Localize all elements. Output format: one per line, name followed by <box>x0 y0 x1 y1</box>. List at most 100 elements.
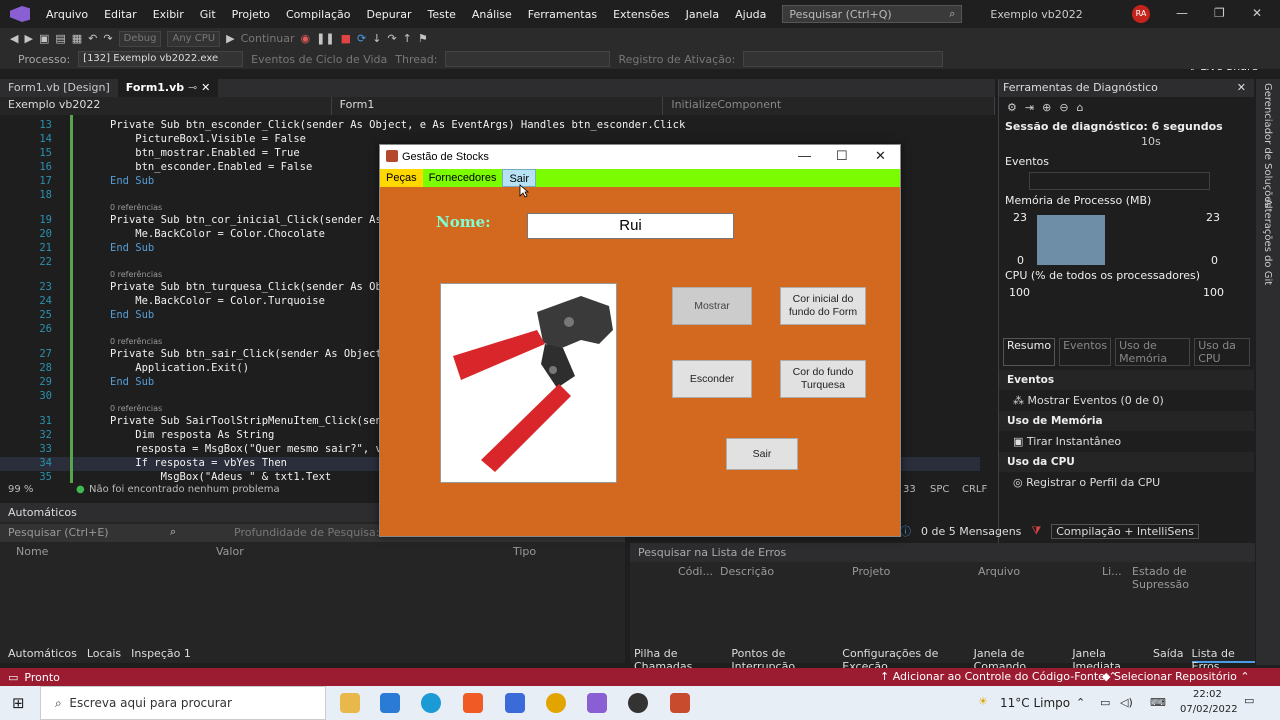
tab-breakpoints[interactable]: Pontos de Interrupção <box>731 647 834 673</box>
edge-icon[interactable] <box>421 693 441 713</box>
close-panel-icon[interactable]: ✕ <box>1237 81 1246 94</box>
references-codelens[interactable]: 0 referências <box>110 270 162 279</box>
esconder-button[interactable]: Esconder <box>672 360 752 398</box>
close-tab-icon[interactable]: ✕ <box>201 81 210 94</box>
menu-exibir[interactable]: Exibir <box>145 8 192 21</box>
tab-exception-settings[interactable]: Configurações de Exceção <box>842 647 965 673</box>
code-line[interactable]: Private Sub btn_sair_Click(sender As Obj… <box>110 348 382 360</box>
code-line[interactable]: resposta = MsgBox("Quer mesmo sair?", v <box>110 443 382 455</box>
build-filter-select[interactable]: Compilação + IntelliSens <box>1051 523 1199 539</box>
audio-app-icon[interactable] <box>505 693 525 713</box>
code-line[interactable]: MsgBox("Adeus " & txt1.Text <box>110 471 332 483</box>
menu-pecas[interactable]: Peças <box>380 169 423 187</box>
minimize-icon[interactable]: — <box>1176 6 1188 20</box>
column-arquivo[interactable]: Arquivo <box>970 563 1028 580</box>
restore-icon[interactable]: ❐ <box>1214 6 1225 20</box>
chrome-icon[interactable] <box>546 693 566 713</box>
settings-icon[interactable]: ⚙ <box>1007 101 1025 114</box>
memory-section-label[interactable]: Memória de Processo (MB) <box>999 192 1254 209</box>
column-tipo[interactable]: Tipo <box>505 543 544 560</box>
tab-locais[interactable]: Locais <box>87 647 121 663</box>
menu-arquivo[interactable]: Arquivo <box>38 8 96 21</box>
open-icon[interactable]: ▤ <box>55 32 65 45</box>
step-into-icon[interactable]: ↓ <box>372 32 381 45</box>
cpu-section-label[interactable]: CPU (% de todos os processadores) <box>999 267 1254 284</box>
notifications-icon[interactable]: ▭ <box>1244 694 1254 707</box>
code-line[interactable]: End Sub <box>110 376 154 388</box>
autos-search-input[interactable]: Pesquisar (Ctrl+E) <box>8 526 109 539</box>
pause-icon[interactable]: ❚❚ <box>316 32 334 45</box>
timeline-ruler[interactable]: 10s <box>1005 135 1248 153</box>
add-source-control-button[interactable]: ↑ Adicionar ao Controle do Código-Fonte … <box>880 670 1118 683</box>
solution-explorer-tab[interactable]: Gerenciador de Soluções <box>1262 83 1273 208</box>
menu-analise[interactable]: Análise <box>464 8 520 21</box>
git-changes-tab[interactable]: Alterações do Git <box>1262 199 1273 285</box>
menu-git[interactable]: Git <box>192 8 224 21</box>
close-icon[interactable]: ✕ <box>875 148 886 164</box>
lifecycle-events-button[interactable]: Eventos de Ciclo de Vida <box>251 53 387 66</box>
tab-automaticos[interactable]: Automáticos <box>8 647 77 663</box>
config-select[interactable]: Debug <box>118 30 162 47</box>
pin-icon[interactable]: ⊸ <box>188 81 197 94</box>
hot-reload-icon[interactable]: ◉ <box>301 32 311 45</box>
code-line[interactable]: Private Sub btn_turquesa_Click(sender As… <box>110 281 382 293</box>
events-track[interactable] <box>1029 172 1210 190</box>
user-avatar[interactable]: RA <box>1132 5 1150 23</box>
code-line[interactable]: Me.BackColor = Color.Turquoise <box>110 295 325 307</box>
continue-button[interactable]: Continuar <box>241 32 295 45</box>
code-line[interactable]: Private Sub btn_cor_inicial_Click(sender… <box>110 214 382 226</box>
memory-graph[interactable]: 23 0 23 0 <box>1005 209 1248 267</box>
zoom-in-icon[interactable]: ⊕ <box>1042 101 1059 114</box>
menu-extensoes[interactable]: Extensões <box>605 8 677 21</box>
menu-editar[interactable]: Editar <box>96 8 145 21</box>
zoom-level[interactable]: 99 % <box>8 484 33 495</box>
language-icon[interactable]: ⌨ <box>1150 696 1166 709</box>
clock-date[interactable]: 07/02/2022 <box>1180 704 1238 715</box>
search-icon[interactable]: ⌕ <box>170 525 176 539</box>
code-line[interactable]: btn_esconder.Enabled = False <box>110 161 312 173</box>
export-icon[interactable]: ⇥ <box>1025 101 1042 114</box>
reset-view-icon[interactable]: ⌂ <box>1077 101 1092 114</box>
code-line-current[interactable]: If resposta = vbYes Then <box>110 457 287 469</box>
tab-form1-design[interactable]: Form1.vb [Design] <box>0 79 118 97</box>
tab-uso-memoria[interactable]: Uso de Memória <box>1115 338 1191 366</box>
windows-start-icon[interactable]: ⊞ <box>12 694 25 712</box>
zoom-out-icon[interactable]: ⊖ <box>1059 101 1076 114</box>
code-line[interactable]: Private Sub SairToolStripMenuItem_Click(… <box>110 415 382 427</box>
weather-status[interactable]: 11°C Limpo <box>1000 696 1070 710</box>
code-line[interactable]: Me.BackColor = Color.Chocolate <box>110 228 325 240</box>
tab-eventos[interactable]: Eventos <box>1059 338 1112 366</box>
tab-error-list[interactable]: Lista de Erros <box>1191 647 1255 673</box>
continue-icon[interactable]: ▶ <box>226 32 234 45</box>
process-select[interactable]: [132] Exemplo vb2022.exe <box>78 51 244 67</box>
forward-icon[interactable]: ▶ <box>24 32 32 45</box>
whitespace-indicator[interactable]: SPC <box>930 484 949 495</box>
code-line[interactable]: End Sub <box>110 309 154 321</box>
cpu-graph[interactable]: 100 100 <box>1005 284 1248 334</box>
events-section-label[interactable]: Eventos <box>999 153 1254 170</box>
record-cpu-profile-button[interactable]: ◎ Registrar o Perfil da CPU <box>999 472 1254 493</box>
volume-icon[interactable]: ◁) <box>1120 696 1133 709</box>
class-nav-dropdown[interactable]: Form1 <box>332 97 664 115</box>
cor-inicial-button[interactable]: Cor inicial do fundo do Form <box>780 287 866 325</box>
code-line[interactable]: End Sub <box>110 242 154 254</box>
code-line[interactable]: Private Sub btn_esconder_Click(sender As… <box>110 119 685 131</box>
select-repository-button[interactable]: ◆ Selecionar Repositório ⌃ <box>1102 670 1250 683</box>
tab-immediate-window[interactable]: Janela Imediata <box>1072 647 1145 673</box>
references-codelens[interactable]: 0 referências <box>110 337 162 346</box>
tab-inspecao[interactable]: Inspeção 1 <box>131 647 191 663</box>
tab-output[interactable]: Saída <box>1153 647 1184 663</box>
thread-select[interactable] <box>445 51 611 67</box>
show-events-link[interactable]: ⁂ Mostrar Eventos (0 de 0) <box>999 390 1254 411</box>
undo-icon[interactable]: ↶ <box>88 32 97 45</box>
column-projeto[interactable]: Projeto <box>844 563 898 580</box>
minimize-icon[interactable]: — <box>798 148 811 163</box>
project-nav-dropdown[interactable]: Exemplo vb2022 <box>0 97 332 115</box>
code-line[interactable]: btn_mostrar.Enabled = True <box>110 147 299 159</box>
menu-teste[interactable]: Teste <box>419 8 463 21</box>
tab-call-stack[interactable]: Pilha de Chamadas <box>634 647 723 673</box>
obs-icon[interactable] <box>628 693 648 713</box>
activation-select[interactable] <box>743 51 944 67</box>
column-descricao[interactable]: Descrição <box>712 563 782 580</box>
form-title-bar[interactable]: Gestão de Stocks — ☐ ✕ <box>380 145 900 169</box>
